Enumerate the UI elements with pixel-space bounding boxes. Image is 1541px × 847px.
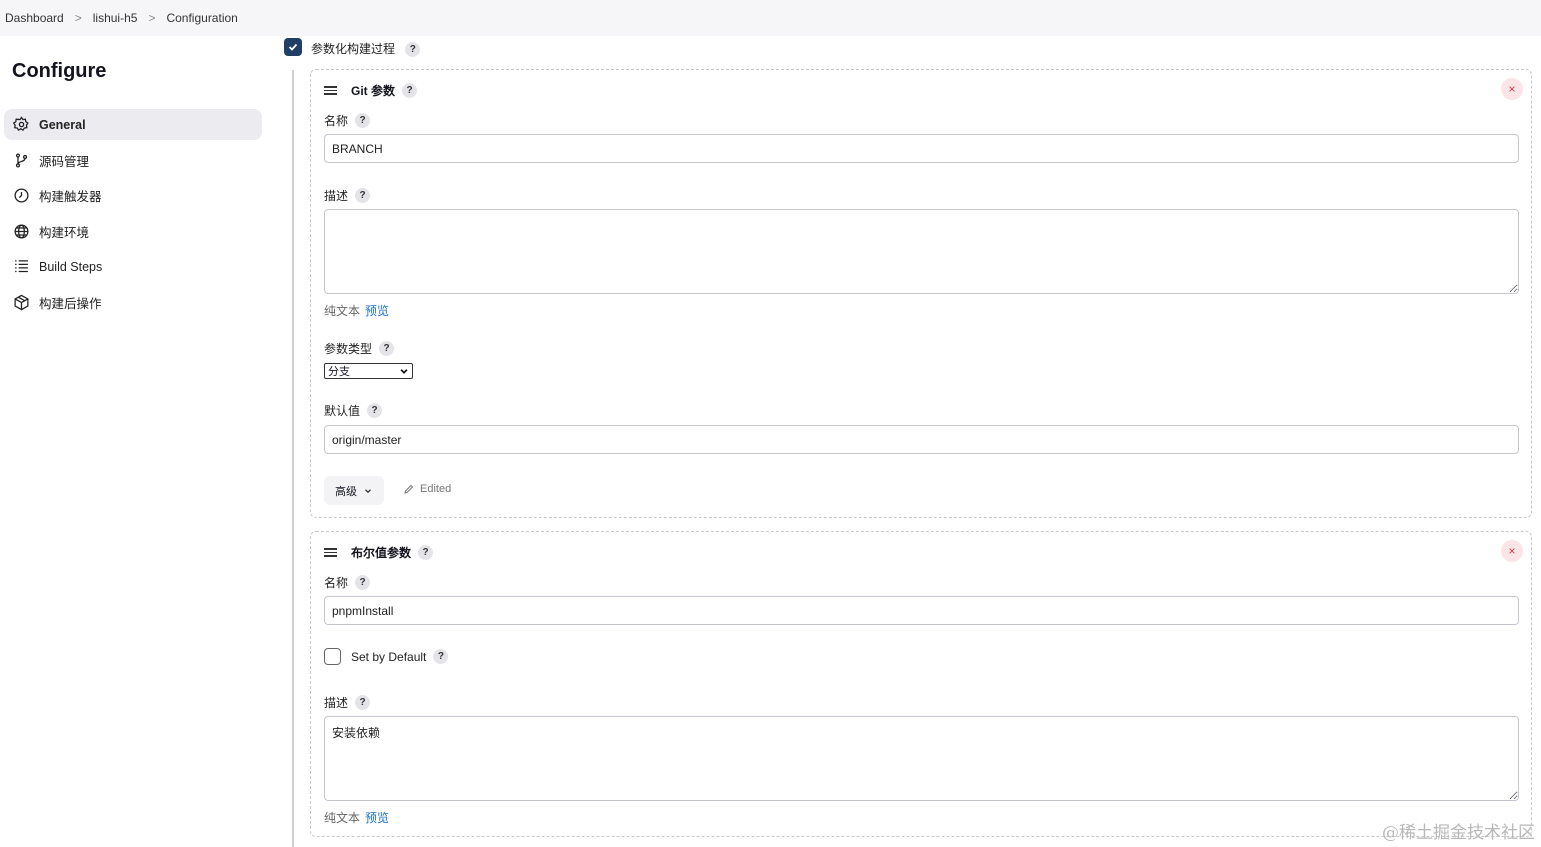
checkmark-icon: [288, 43, 298, 51]
set-by-default-label: Set by Default ?: [351, 649, 449, 664]
globe-icon: [12, 222, 30, 240]
parameter-type-value: 分支: [328, 366, 350, 378]
set-by-default-text: Set by Default: [351, 649, 427, 664]
close-icon[interactable]: ×: [1501, 78, 1523, 100]
git-branch-icon: [12, 151, 30, 169]
sidebar-item-general[interactable]: General: [4, 109, 262, 140]
default-value-label-text: 默认值: [324, 404, 361, 418]
gear-icon: [12, 116, 30, 134]
preview-link[interactable]: 预览: [365, 811, 389, 825]
parameterized-text: 参数化构建过程: [311, 42, 396, 56]
breadcrumb-project[interactable]: lishui-h5: [93, 11, 138, 25]
default-value-label: 默认值 ?: [324, 402, 383, 419]
sidebar-item-build-steps[interactable]: Build Steps: [4, 251, 262, 282]
card-header: 布尔值参数 ?: [324, 544, 434, 561]
sidebar-item-scm[interactable]: 源码管理: [4, 145, 262, 176]
page-title: Configure: [12, 60, 107, 82]
advanced-label: 高级: [335, 485, 357, 498]
description-textarea[interactable]: 安装依赖: [324, 716, 1519, 801]
sidebar-item-environment[interactable]: 构建环境: [4, 216, 262, 247]
chevron-down-icon: [365, 488, 371, 493]
help-icon[interactable]: ?: [367, 403, 383, 418]
preview-link[interactable]: 预览: [365, 304, 389, 318]
name-label-text: 名称: [324, 576, 349, 590]
sidebar-item-triggers[interactable]: 构建触发器: [4, 180, 262, 211]
breadcrumb: Dashboard > lishui-h5 > Configuration: [0, 0, 1541, 36]
sidebar-item-label: 构建环境: [39, 225, 90, 240]
drag-handle-icon[interactable]: [324, 84, 337, 97]
package-icon: [12, 293, 30, 311]
set-by-default-checkbox[interactable]: [324, 648, 341, 665]
sidebar-item-label: 构建后操作: [39, 296, 102, 311]
help-icon[interactable]: ?: [402, 83, 417, 98]
description-label: 描述 ?: [324, 694, 371, 711]
name-input[interactable]: [324, 134, 1519, 163]
help-icon[interactable]: ?: [433, 649, 449, 664]
sidebar-item-label: 源码管理: [39, 154, 90, 169]
clock-icon: [12, 187, 30, 205]
watermark: @稀土掘金技术社区: [1382, 823, 1535, 843]
help-icon[interactable]: ?: [355, 575, 371, 590]
edited-label: Edited: [420, 483, 452, 495]
name-label: 名称 ?: [324, 574, 371, 591]
format-plain-text: 纯文本: [324, 811, 361, 825]
format-toggle: 纯文本 预览: [324, 809, 389, 826]
breadcrumb-configuration[interactable]: Configuration: [166, 11, 237, 25]
help-icon[interactable]: ?: [379, 341, 395, 356]
description-label: 描述 ?: [324, 187, 371, 204]
parameter-type-select[interactable]: 分支: [324, 363, 413, 379]
parameterized-label: 参数化构建过程 ?: [311, 40, 421, 58]
breadcrumb-separator: >: [74, 11, 82, 25]
parameter-type-label: 参数类型 ?: [324, 340, 395, 357]
breadcrumb-dashboard[interactable]: Dashboard: [5, 11, 64, 25]
help-icon[interactable]: ?: [405, 42, 421, 58]
card-title: Git 参数: [351, 84, 395, 98]
drag-handle-icon[interactable]: [324, 546, 337, 559]
sidebar-item-post-build[interactable]: 构建后操作: [4, 287, 262, 318]
help-icon[interactable]: ?: [355, 695, 371, 710]
description-label-text: 描述: [324, 696, 349, 710]
help-icon[interactable]: ?: [418, 545, 434, 560]
section-divider: [292, 70, 294, 847]
advanced-button[interactable]: 高级: [324, 476, 384, 505]
card-header: Git 参数 ?: [324, 82, 417, 99]
format-toggle: 纯文本 预览: [324, 302, 389, 319]
sidebar-item-label: 构建触发器: [39, 190, 102, 205]
name-input[interactable]: [324, 596, 1519, 625]
git-parameter-card: Git 参数 ? × 名称 ? 描述 ? 纯文本预览 参数类型 ? 分支 默认值…: [310, 69, 1532, 518]
name-label: 名称 ?: [324, 112, 371, 129]
default-value-input[interactable]: [324, 425, 1519, 454]
parameter-type-label-text: 参数类型: [324, 342, 373, 356]
list-icon: [12, 258, 30, 276]
help-icon[interactable]: ?: [355, 188, 371, 203]
chevron-down-icon: [400, 369, 408, 374]
breadcrumb-separator: >: [148, 11, 156, 25]
close-icon[interactable]: ×: [1501, 540, 1523, 562]
format-plain-text: 纯文本: [324, 304, 361, 318]
description-textarea[interactable]: [324, 209, 1519, 294]
sidebar-nav: General 源码管理 构建触发器 构建环境 Build Steps 构建后操…: [4, 109, 262, 323]
edited-indicator: Edited: [403, 483, 451, 495]
parameterized-checkbox[interactable]: [284, 38, 302, 56]
sidebar-item-label: Build Steps: [39, 259, 103, 274]
name-label-text: 名称: [324, 114, 349, 128]
description-label-text: 描述: [324, 189, 349, 203]
help-icon[interactable]: ?: [355, 113, 371, 128]
boolean-parameter-card: 布尔值参数 ? × 名称 ? Set by Default ? 描述 ? 安装依…: [310, 531, 1532, 837]
pencil-icon: [404, 484, 414, 494]
sidebar-item-label: General: [39, 117, 86, 132]
card-title: 布尔值参数: [351, 546, 412, 560]
